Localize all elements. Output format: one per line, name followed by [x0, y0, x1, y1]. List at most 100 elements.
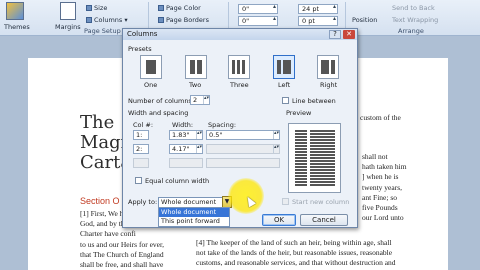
preset-left-label: Left [278, 81, 291, 89]
size-icon [86, 5, 92, 11]
text-line: shall be free, and shall have [80, 260, 164, 270]
page-color-label: Page Color [166, 4, 201, 12]
ok-button[interactable]: OK [262, 214, 296, 226]
help-button[interactable]: ? [329, 30, 341, 39]
preset-right-icon [331, 60, 335, 74]
preset-one-button[interactable] [140, 55, 162, 79]
col-1-spacing-input[interactable]: 0.5" ▴▾ [206, 130, 280, 140]
columns-icon [86, 17, 92, 23]
spinner-icon[interactable]: ▴▾ [273, 131, 279, 139]
indent-right-input[interactable]: 0" [238, 15, 278, 26]
start-new-column-label: Start new column [292, 198, 350, 206]
equal-width-label: Equal column width [145, 177, 210, 185]
preset-left-icon [283, 60, 291, 74]
page-borders-icon [158, 17, 164, 23]
col-2-spacing-input: ▴▾ [206, 144, 280, 154]
preset-three-button[interactable] [228, 55, 250, 79]
columns-label: Columns [94, 16, 123, 24]
apply-option-whole-document[interactable]: Whole document [159, 208, 229, 217]
text-line: our Lord unto [362, 213, 404, 223]
arrange-group-label: Arrange [398, 27, 424, 35]
preset-right-button[interactable] [317, 55, 339, 79]
preview-column [295, 130, 307, 186]
text-line: ] when he is [362, 172, 399, 182]
apply-option-this-point-forward[interactable]: This point forward [159, 217, 229, 226]
page-setup-group-label: Page Setup [84, 27, 121, 35]
text-line: Charter have confi [80, 229, 136, 239]
margins-button[interactable]: Margins [55, 22, 81, 32]
text-line: twenty years, [362, 182, 402, 192]
themes-button[interactable]: Themes [4, 22, 30, 32]
text-line: that The Church of England [80, 249, 164, 259]
preset-right-label: Right [320, 81, 338, 89]
num-columns-value: 2 [193, 96, 198, 104]
spinner-icon[interactable]: ▴▾ [196, 145, 202, 153]
preset-left-button[interactable] [273, 55, 295, 79]
col-2-width-value: 4.17" [172, 145, 190, 153]
size-button[interactable]: Size [86, 3, 107, 13]
page-color-icon [158, 5, 164, 11]
spacing-before-input[interactable]: 24 pt [298, 3, 338, 14]
preset-left-icon [277, 60, 281, 74]
start-new-column-checkbox [282, 198, 289, 205]
text-line: to us and our Heirs for ever, [80, 239, 165, 249]
text-line: [4] The keeper of the land of such an he… [196, 238, 392, 247]
col-1-number: 1: [133, 130, 149, 140]
col-2-width-input[interactable]: 4.17" ▴▾ [169, 144, 203, 154]
num-columns-label: Number of columns: [128, 97, 195, 105]
dialog-title: Columns [123, 29, 357, 40]
preset-two-icon [197, 60, 202, 74]
preset-one-label: One [144, 81, 158, 89]
num-columns-input[interactable]: 2 ▴▾ [190, 95, 210, 105]
section-heading: Section O [80, 196, 120, 206]
width-header: Width: [172, 121, 194, 129]
preset-right-icon [321, 60, 329, 74]
preset-three-icon [232, 60, 235, 74]
preset-three-icon [242, 60, 245, 74]
preset-three-label: Three [230, 81, 249, 89]
doc-title-line-1: The [80, 112, 115, 133]
spacing-after-input[interactable]: 0 pt [298, 15, 338, 26]
col-1-spacing-value: 0.5" [209, 131, 223, 139]
indent-left-input[interactable]: 0" [238, 3, 278, 14]
text-line: shall not [362, 152, 388, 161]
text-line: customs, and reasonable services, and th… [196, 258, 396, 268]
preview-label: Preview [286, 109, 312, 117]
text-line: not take of the lands of the heir, but r… [196, 248, 393, 258]
paragraph-4-text: [4] The keeper of the land of such an he… [196, 238, 396, 269]
page-borders-button[interactable]: Page Borders [158, 15, 209, 25]
col-3-number [133, 158, 149, 168]
equal-width-checkbox[interactable] [135, 177, 142, 184]
preset-one-icon [146, 60, 156, 74]
position-button[interactable]: Position [352, 15, 377, 25]
line-between-checkbox[interactable] [282, 97, 289, 104]
spacing-header: Spacing: [208, 121, 237, 129]
preview-pane [288, 123, 341, 193]
cancel-button[interactable]: Cancel [300, 214, 348, 226]
right-column-text: shall not hath taken him ] when he is tw… [362, 152, 407, 223]
send-to-back-button[interactable]: Send to Back [392, 3, 435, 13]
spinner-icon[interactable]: ▴▾ [203, 96, 209, 104]
presets-label: Presets [128, 45, 152, 53]
right-column-top-text: custom of the [360, 113, 401, 122]
preset-two-label: Two [189, 81, 202, 89]
spinner-icon: ▴▾ [273, 145, 279, 153]
spinner-icon[interactable]: ▴▾ [196, 131, 202, 139]
col-1-width-value: 1.83" [172, 131, 190, 139]
preview-column [310, 130, 335, 186]
line-between-label: Line between [292, 97, 336, 105]
page-color-button[interactable]: Page Color [158, 3, 201, 13]
margins-icon[interactable] [60, 2, 76, 20]
col-3-spacing-input [206, 158, 280, 168]
apply-to-label: Apply to: [128, 198, 158, 206]
preset-two-button[interactable] [185, 55, 207, 79]
preset-two-icon [190, 60, 195, 74]
columns-button[interactable]: Columns ▾ [86, 15, 128, 25]
themes-icon[interactable] [6, 2, 24, 20]
col-1-width-input[interactable]: 1.83" ▴▾ [169, 130, 203, 140]
text-line: five Pounds [362, 203, 398, 213]
preset-three-icon [237, 60, 240, 74]
text-line: hath taken him [362, 162, 407, 172]
text-wrapping-button[interactable]: Text Wrapping [392, 15, 438, 25]
close-button[interactable]: ✕ [343, 30, 355, 39]
